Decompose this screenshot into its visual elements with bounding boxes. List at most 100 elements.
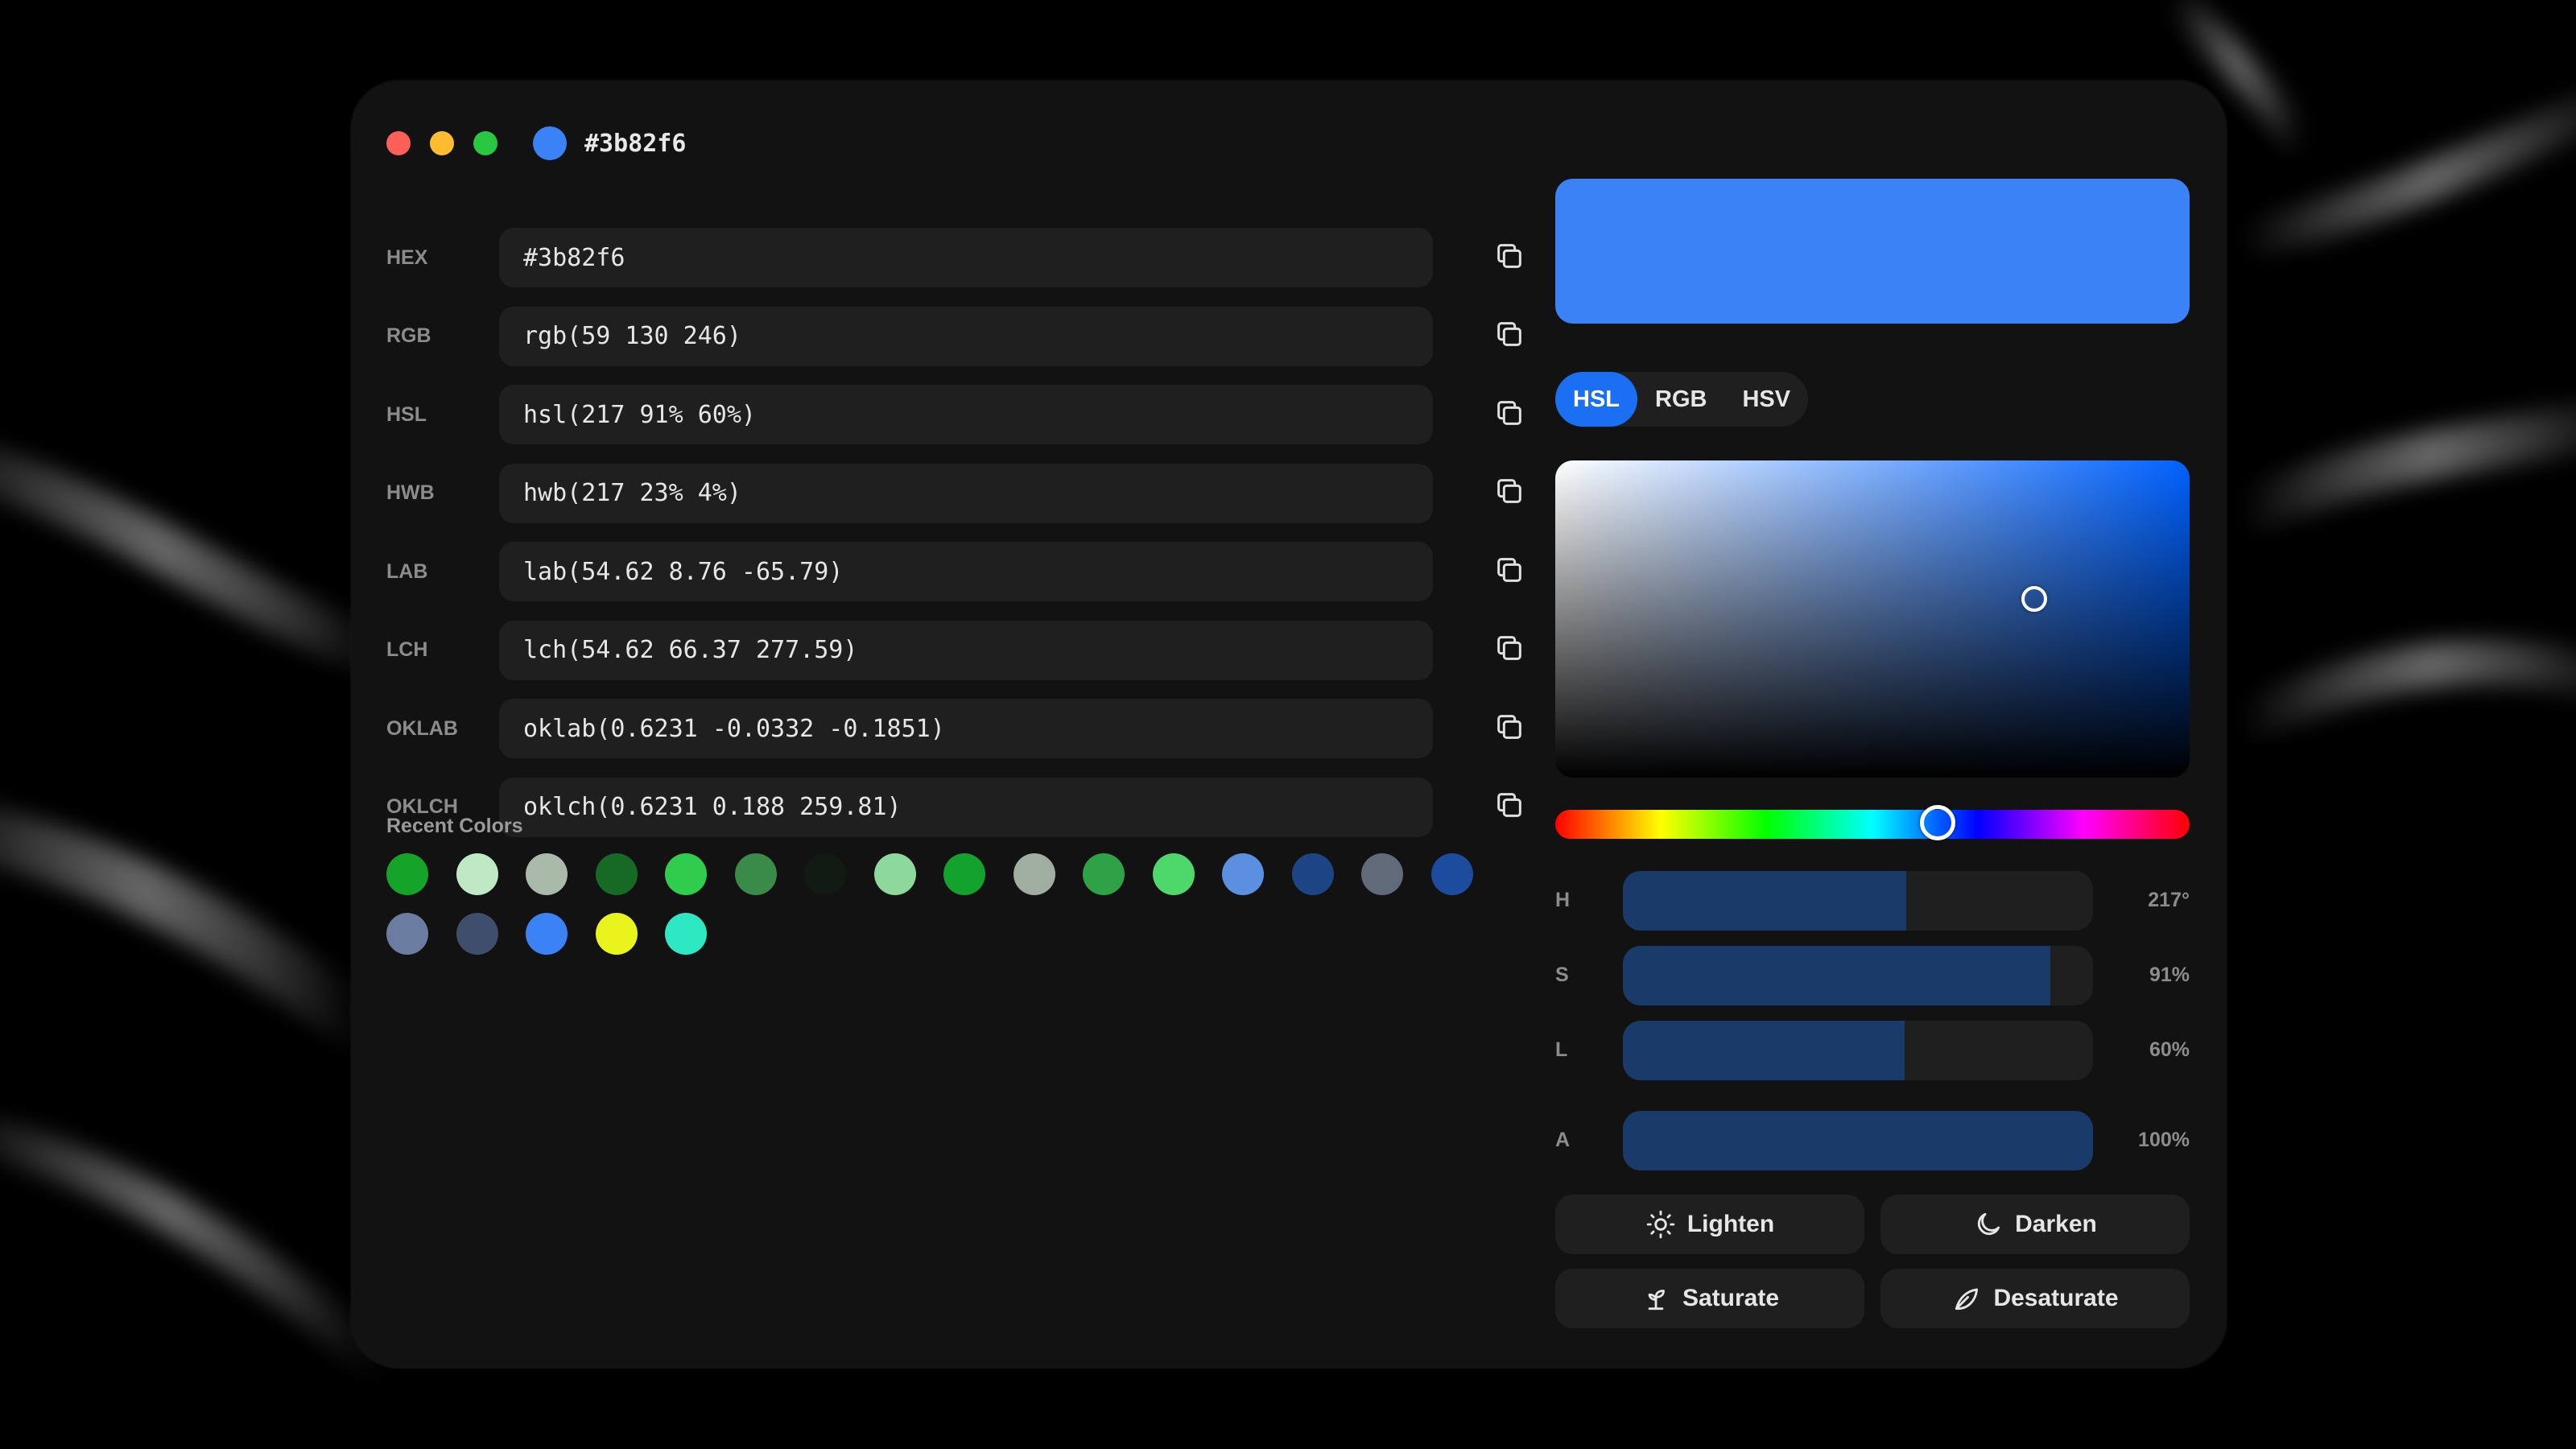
slider-track[interactable]	[1623, 946, 2093, 1005]
desaturate-button[interactable]: Desaturate	[1880, 1269, 2190, 1328]
copy-button[interactable]	[1489, 787, 1530, 828]
recent-color-swatch[interactable]	[943, 853, 985, 895]
zoom-button[interactable]	[473, 131, 497, 155]
format-value-field[interactable]: hwb(217 23% 4%)	[499, 463, 1433, 523]
format-value-field[interactable]: rgb(59 130 246)	[499, 306, 1433, 366]
slider-row-l: L 60%	[1555, 1021, 2190, 1080]
mode-switcher: HSL RGB HSV	[1555, 372, 1809, 427]
format-value-field[interactable]: oklab(0.6231 -0.0332 -0.1851)	[499, 699, 1433, 758]
copy-icon	[1493, 475, 1525, 511]
saturate-button[interactable]: Saturate	[1555, 1269, 1864, 1328]
action-label: Desaturate	[1993, 1285, 2119, 1311]
format-row-rgb: RGB rgb(59 130 246)	[386, 306, 1533, 366]
copy-button[interactable]	[1489, 237, 1530, 278]
sprout-icon	[1641, 1283, 1671, 1314]
darken-button[interactable]: Darken	[1880, 1195, 2190, 1254]
copy-icon	[1493, 240, 1525, 276]
copy-button[interactable]	[1489, 316, 1530, 357]
format-label: LAB	[386, 559, 428, 583]
recent-color-swatch[interactable]	[1291, 853, 1334, 895]
slider-value: 60%	[2149, 1038, 2190, 1061]
format-value-field[interactable]: oklch(0.6231 0.188 259.81)	[499, 777, 1433, 837]
action-label: Saturate	[1682, 1285, 1780, 1311]
recent-color-swatch[interactable]	[665, 913, 707, 955]
close-button[interactable]	[386, 131, 411, 155]
mode-tab-hsv[interactable]: HSV	[1724, 372, 1808, 427]
format-row-lab: LAB lab(54.62 8.76 -65.79)	[386, 542, 1533, 601]
sun-icon	[1645, 1209, 1676, 1240]
hue-slider-handle[interactable]	[1919, 805, 1955, 840]
copy-icon	[1493, 711, 1525, 747]
color-preview	[1555, 179, 2190, 324]
recent-color-swatch[interactable]	[1430, 853, 1473, 895]
copy-button[interactable]	[1489, 394, 1530, 435]
recent-color-swatch[interactable]	[595, 853, 638, 895]
slider-track[interactable]	[1623, 1111, 2093, 1170]
slider-value: 217°	[2148, 889, 2190, 911]
window-title: #3b82f6	[584, 129, 687, 158]
format-value-field[interactable]: hsl(217 91% 60%)	[499, 385, 1433, 444]
recent-color-swatch[interactable]	[595, 913, 638, 955]
recent-color-swatch[interactable]	[386, 913, 428, 955]
recent-color-swatch[interactable]	[386, 853, 428, 895]
copy-icon	[1493, 554, 1525, 590]
action-label: Darken	[2015, 1211, 2097, 1237]
recent-color-swatch[interactable]	[1222, 853, 1264, 895]
slider-row-h: H 217°	[1555, 871, 2190, 931]
recent-color-swatch[interactable]	[526, 913, 568, 955]
slider-row-s: S 91%	[1555, 946, 2190, 1005]
minimize-button[interactable]	[430, 131, 454, 155]
format-row-hwb: HWB hwb(217 23% 4%)	[386, 463, 1533, 523]
recent-color-swatch[interactable]	[1083, 853, 1125, 895]
format-value-field[interactable]: lab(54.62 8.76 -65.79)	[499, 542, 1433, 601]
recent-color-swatch[interactable]	[804, 853, 846, 895]
format-label: RGB	[386, 324, 431, 347]
recent-color-swatch[interactable]	[734, 853, 777, 895]
recent-color-swatch[interactable]	[456, 853, 498, 895]
saturation-lightness-area[interactable]	[1555, 460, 2190, 778]
copy-button[interactable]	[1489, 551, 1530, 592]
format-value-field[interactable]: lch(54.62 66.37 277.59)	[499, 620, 1433, 680]
recent-color-swatch[interactable]	[456, 913, 498, 955]
copy-icon	[1493, 632, 1525, 668]
recent-color-swatch[interactable]	[873, 853, 916, 895]
lighten-button[interactable]: Lighten	[1555, 1195, 1864, 1254]
current-color-swatch	[533, 126, 567, 160]
slider-value: 100%	[2138, 1129, 2190, 1151]
copy-icon	[1493, 397, 1525, 433]
copy-button[interactable]	[1489, 630, 1530, 671]
color-picker-window: #3b82f6 HEX #3b82f6 RGB rgb(59 130 246) HSL h…	[351, 80, 2227, 1368]
copy-button[interactable]	[1489, 473, 1530, 514]
slider-row-a: A 100%	[1555, 1111, 2190, 1170]
format-label: HWB	[386, 481, 435, 504]
saturation-lightness-handle[interactable]	[2021, 586, 2048, 613]
mode-tab-rgb[interactable]: RGB	[1637, 372, 1724, 427]
recent-color-swatch[interactable]	[1013, 853, 1055, 895]
format-row-oklab: OKLAB oklab(0.6231 -0.0332 -0.1851)	[386, 699, 1533, 758]
slider-track[interactable]	[1623, 1021, 2093, 1080]
slider-fill	[1623, 871, 1907, 931]
slider-label: S	[1555, 964, 1569, 986]
format-label: LCH	[386, 638, 428, 661]
format-label: HEX	[386, 246, 428, 269]
format-label: HSL	[386, 402, 427, 426]
recent-color-swatch[interactable]	[526, 853, 568, 895]
recent-color-swatch[interactable]	[1361, 853, 1403, 895]
hue-slider[interactable]	[1555, 805, 2190, 840]
slider-track[interactable]	[1623, 871, 2093, 931]
action-label: Lighten	[1686, 1211, 1775, 1237]
leaf-icon	[1951, 1283, 1982, 1314]
slider-value: 91%	[2149, 964, 2190, 986]
format-row-oklch: OKLCH oklch(0.6231 0.188 259.81)	[386, 777, 1533, 837]
format-label: OKLAB	[386, 716, 458, 740]
slider-label: A	[1555, 1129, 1571, 1151]
recent-color-swatch[interactable]	[665, 853, 707, 895]
recent-colors-title: Recent Colors	[386, 815, 523, 837]
mode-tab-hsl[interactable]: HSL	[1555, 372, 1637, 427]
moon-icon	[1973, 1209, 2004, 1240]
copy-button[interactable]	[1489, 708, 1530, 749]
title-bar: #3b82f6	[386, 111, 686, 175]
slider-fill	[1623, 1111, 2093, 1170]
format-value-field[interactable]: #3b82f6	[499, 228, 1433, 287]
recent-color-swatch[interactable]	[1152, 853, 1195, 895]
